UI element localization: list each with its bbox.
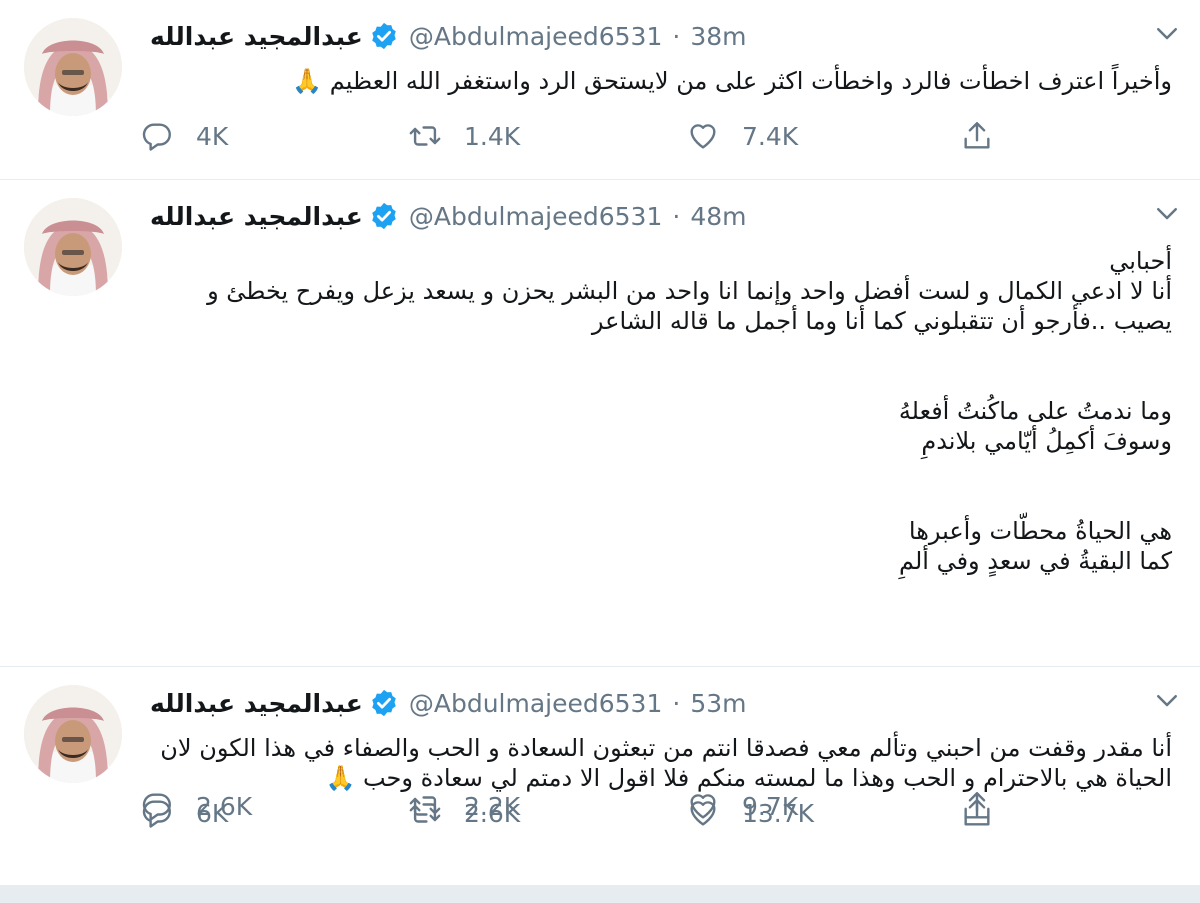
separator-dot: · <box>672 688 681 718</box>
tweet-timestamp[interactable]: 48m <box>690 202 746 231</box>
tweet-text-line: أنا لا ادعي الكمال و لست أفضل واحد وإنما… <box>207 277 1172 305</box>
tweet[interactable]: عبدالمجيد عبدالله @Abdulmajeed6531 · 48m… <box>0 180 1200 821</box>
reply-button[interactable]: 4K <box>140 116 228 156</box>
share-upload-icon <box>964 122 990 149</box>
author-handle[interactable]: @Abdulmajeed6531 <box>409 22 663 51</box>
verified-badge-icon <box>369 201 399 231</box>
avatar[interactable] <box>24 198 122 296</box>
tweet-text-line: وأخيراً اعترف اخطأت فالرد واخطأت اكثر عل… <box>292 67 1172 95</box>
chevron-down-icon[interactable] <box>1152 18 1182 48</box>
verified-badge-icon <box>369 688 399 718</box>
chevron-down-icon[interactable] <box>1152 685 1182 715</box>
tweet[interactable]: عبدالمجيد عبدالله @Abdulmajeed6531 · 53m… <box>0 667 1200 885</box>
share-button[interactable] <box>960 793 994 833</box>
reply-count: 6K <box>196 798 229 828</box>
tweet-timestamp[interactable]: 38m <box>690 22 746 51</box>
separator-dot: · <box>672 201 681 231</box>
tweet-text-line: كما البقيةُ في سعدٍ وفي ألمِ <box>898 547 1172 575</box>
tweet-text-line: أحبابي <box>1109 247 1172 275</box>
reply-button[interactable]: 6K <box>140 793 228 833</box>
retweet-count: 1.4K <box>464 121 521 151</box>
heart-icon <box>690 801 716 826</box>
like-count: 7.4K <box>742 121 799 151</box>
tweet-header: عبدالمجيد عبدالله @Abdulmajeed6531 · 53m <box>150 683 747 723</box>
comment-bubble-icon <box>142 800 171 828</box>
verified-badge-icon <box>369 21 399 51</box>
retweet-button[interactable]: 1.4K <box>408 116 520 156</box>
author-handle[interactable]: @Abdulmajeed6531 <box>409 689 663 718</box>
tweet-actions: 6K 2.6K 13.7K <box>140 793 1020 833</box>
retweet-arrows-icon <box>409 803 441 823</box>
tweet[interactable]: عبدالمجيد عبدالله @Abdulmajeed6531 · 38m… <box>0 0 1200 180</box>
separator-dot: · <box>672 21 681 51</box>
tweet-header: عبدالمجيد عبدالله @Abdulmajeed6531 · 48m <box>150 196 747 236</box>
tweet-feed: عبدالمجيد عبدالله @Abdulmajeed6531 · 38m… <box>0 0 1200 903</box>
retweet-arrows-icon <box>409 126 441 146</box>
tweet-text: وأخيراً اعترف اخطأت فالرد واخطأت اكثر عل… <box>150 66 1172 96</box>
tweet-text: أحبابي أنا لا ادعي الكمال و لست أفضل واح… <box>150 246 1172 576</box>
feed-bottom-divider <box>0 885 1200 903</box>
author-name[interactable]: عبدالمجيد عبدالله <box>150 22 363 51</box>
tweet-header: عبدالمجيد عبدالله @Abdulmajeed6531 · 38m <box>150 16 747 56</box>
chevron-down-icon[interactable] <box>1152 198 1182 228</box>
tweet-text-line: وسوفَ أكمِلُ أيّامي بلاندمِ <box>921 427 1172 455</box>
tweet-actions: 4K 1.4K 7.4K <box>140 116 1020 156</box>
author-name[interactable]: عبدالمجيد عبدالله <box>150 689 363 718</box>
share-upload-icon <box>964 799 990 826</box>
like-count: 13.7K <box>742 798 815 828</box>
tweet-text-line: أنا مقدر وقفت من احبني وتألم معي فصدقا ا… <box>160 734 1172 762</box>
heart-icon <box>690 124 716 149</box>
like-button[interactable]: 13.7K <box>686 793 814 833</box>
share-button[interactable] <box>960 116 994 156</box>
tweet-timestamp[interactable]: 53m <box>690 689 746 718</box>
like-button[interactable]: 7.4K <box>686 116 798 156</box>
comment-bubble-icon <box>142 123 171 151</box>
avatar[interactable] <box>24 685 122 783</box>
tweet-text-line: وما ندمتُ على ماكُنتُ أفعلهُ <box>898 397 1172 425</box>
tweet-text-line: هي الحياةُ محطّات وأعبرها <box>908 517 1172 545</box>
author-handle[interactable]: @Abdulmajeed6531 <box>409 202 663 231</box>
avatar[interactable] <box>24 18 122 116</box>
retweet-count: 2.6K <box>464 798 521 828</box>
tweet-text: أنا مقدر وقفت من احبني وتألم معي فصدقا ا… <box>150 733 1172 793</box>
reply-count: 4K <box>196 121 229 151</box>
author-name[interactable]: عبدالمجيد عبدالله <box>150 202 363 231</box>
retweet-button[interactable]: 2.6K <box>408 793 520 833</box>
tweet-text-line: الحياة هي بالاحترام و الحب وهذا ما لمسته… <box>325 764 1172 792</box>
tweet-text-line: يصيب ..فأرجو أن تتقبلوني كما أنا وما أجم… <box>591 307 1172 335</box>
